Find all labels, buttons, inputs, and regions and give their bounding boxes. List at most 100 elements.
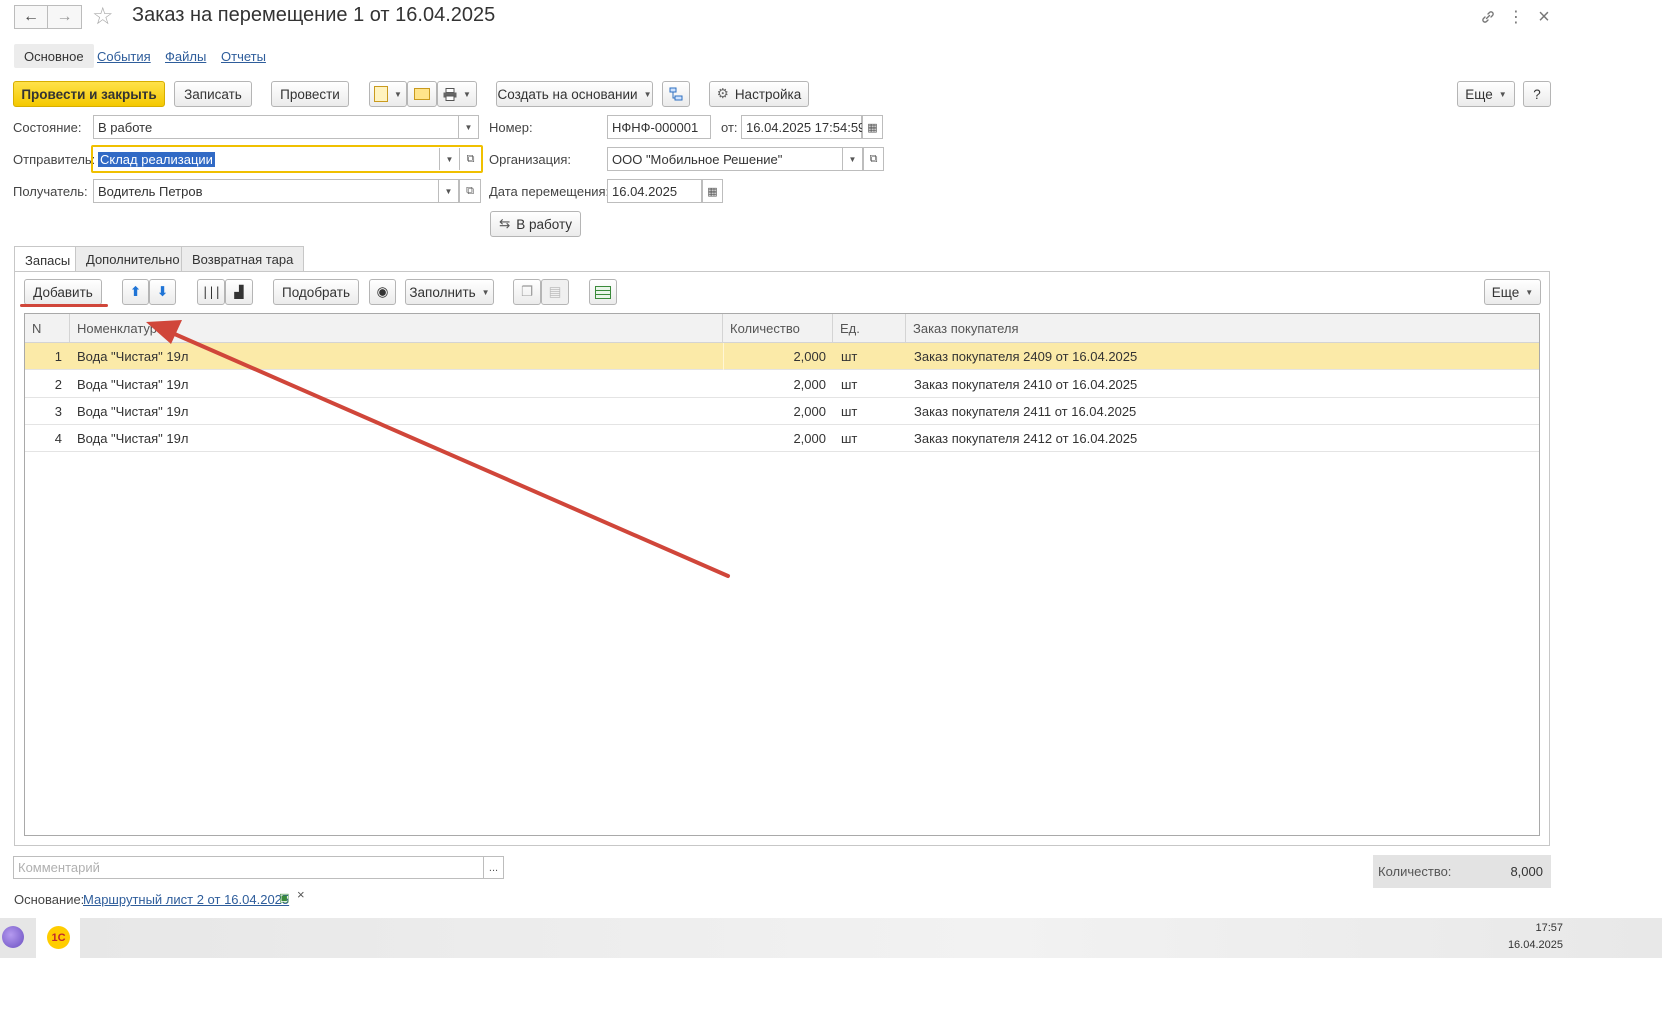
column-header-item[interactable]: Номенклатура xyxy=(70,314,723,343)
column-header-unit[interactable]: Ед. xyxy=(833,314,906,343)
fill-label: Заполнить xyxy=(409,284,476,300)
table-more-button[interactable]: Еще ▼ xyxy=(1484,279,1541,305)
sender-field[interactable]: Склад реализации xyxy=(94,148,439,170)
row-quantity: 2,000 xyxy=(793,431,826,446)
section-main[interactable]: Основное xyxy=(14,44,94,68)
structure-button[interactable] xyxy=(662,81,690,107)
state-label: Состояние: xyxy=(13,120,82,135)
add-row-button[interactable]: Добавить xyxy=(24,279,102,305)
attachments-menu-button[interactable]: ▼ xyxy=(369,81,407,107)
row-quantity: 2,000 xyxy=(793,349,826,364)
comment-expand-button[interactable]: ... xyxy=(483,856,504,879)
print-menu-button[interactable]: ▼ xyxy=(437,81,477,107)
taskbar-app-1c[interactable]: 1C xyxy=(36,918,80,958)
table-row[interactable]: 1 Вода "Чистая" 19л 2,000 шт Заказ покуп… xyxy=(25,343,1539,370)
table-row[interactable]: 3 Вода "Чистая" 19л 2,000 шт Заказ покуп… xyxy=(25,398,1539,425)
row-unit: шт xyxy=(841,404,858,419)
section-events[interactable]: События xyxy=(87,44,161,68)
post-button[interactable]: Провести xyxy=(271,81,349,107)
organization-dropdown-icon[interactable]: ▼ xyxy=(843,147,863,171)
receiver-field[interactable]: Водитель Петров xyxy=(93,179,439,203)
move-date-field[interactable]: 16.04.2025 xyxy=(607,179,702,203)
row-unit: шт xyxy=(841,431,858,446)
forward-button[interactable]: → xyxy=(48,5,82,29)
row-quantity: 2,000 xyxy=(793,377,826,392)
gear-icon: ⚙ xyxy=(716,86,729,101)
tab-returnable-containers[interactable]: Возвратная тара xyxy=(181,246,305,272)
row-item: Вода "Чистая" 19л xyxy=(77,349,189,364)
settings-button[interactable]: ⚙ Настройка xyxy=(709,81,809,107)
post-and-close-button[interactable]: Провести и закрыть xyxy=(13,81,165,107)
move-down-button[interactable]: ⬇ xyxy=(149,279,176,305)
email-button[interactable] xyxy=(407,81,437,107)
row-unit: шт xyxy=(841,377,858,392)
create-based-on-button[interactable]: Создать на основании ▼ xyxy=(496,81,653,107)
clock-date: 16.04.2025 xyxy=(1507,939,1563,951)
section-files[interactable]: Файлы xyxy=(155,44,216,68)
back-button[interactable]: ← xyxy=(14,5,48,29)
arrow-left-icon: ← xyxy=(23,8,39,25)
document-clip-icon xyxy=(374,86,389,102)
tab-stocks[interactable]: Запасы xyxy=(14,246,82,273)
organization-open-icon[interactable]: ⧉ xyxy=(863,147,884,171)
start-icon[interactable] xyxy=(2,926,24,948)
table-row[interactable]: 4 Вода "Чистая" 19л 2,000 шт Заказ покуп… xyxy=(25,425,1539,452)
number-label: Номер: xyxy=(489,120,533,135)
receiver-dropdown-icon[interactable]: ▼ xyxy=(439,179,459,203)
total-label: Количество: xyxy=(1378,864,1452,879)
organization-field[interactable]: ООО "Мобильное Решение" xyxy=(607,147,843,171)
envelope-icon xyxy=(414,88,430,100)
column-header-quantity[interactable]: Количество xyxy=(723,314,833,343)
tab-additional[interactable]: Дополнительно xyxy=(75,246,191,272)
receiver-open-icon[interactable]: ⧉ xyxy=(459,179,481,203)
preview-button[interactable]: ◉ xyxy=(369,279,396,305)
row-customer-order: Заказ покупателя 2412 от 16.04.2025 xyxy=(914,431,1138,446)
basis-link[interactable]: Маршрутный лист 2 от 16.04.2025 xyxy=(83,892,289,907)
basis-remove-icon[interactable]: × xyxy=(297,887,305,902)
link-icon[interactable] xyxy=(1477,6,1499,28)
paste-rows-button[interactable]: ▤ xyxy=(541,279,569,305)
hierarchy-icon xyxy=(669,87,683,101)
clock-time: 17:57 xyxy=(1535,922,1563,934)
close-icon[interactable]: × xyxy=(1533,6,1555,28)
comment-field[interactable]: Комментарий xyxy=(13,856,484,879)
number-field[interactable]: НФНФ-000001 xyxy=(607,115,711,139)
sender-dropdown-icon[interactable]: ▼ xyxy=(439,148,459,170)
stocks-table[interactable]: N Номенклатура Количество Ед. Заказ поку… xyxy=(24,313,1540,836)
column-header-n[interactable]: N xyxy=(25,314,70,343)
fill-button[interactable]: Заполнить ▼ xyxy=(405,279,494,305)
more-vertical-icon[interactable]: ⋮ xyxy=(1505,6,1527,28)
arrow-right-icon: → xyxy=(56,8,73,25)
favorite-star-icon[interactable]: ☆ xyxy=(92,2,114,31)
more-button[interactable]: Еще ▼ xyxy=(1457,81,1515,107)
settings-label: Настройка xyxy=(734,86,802,102)
move-date-label: Дата перемещения: xyxy=(489,184,610,199)
row-number: 2 xyxy=(54,377,62,392)
barcode-icon: ||| xyxy=(201,285,222,299)
table-row[interactable]: 2 Вода "Чистая" 19л 2,000 шт Заказ покуп… xyxy=(25,371,1539,398)
state-field[interactable]: В работе xyxy=(93,115,459,139)
row-unit: шт xyxy=(841,349,858,364)
scanner-button[interactable]: ▟ xyxy=(225,279,253,305)
pick-button[interactable]: Подобрать xyxy=(273,279,359,305)
move-date-calendar-icon[interactable]: ▦ xyxy=(702,179,723,203)
to-work-label: В работу xyxy=(516,216,573,232)
calendar-icon[interactable]: ▦ xyxy=(862,115,883,139)
section-reports[interactable]: Отчеты xyxy=(211,44,276,68)
help-button[interactable]: ? xyxy=(1523,81,1551,107)
sender-open-icon[interactable]: ⧉ xyxy=(459,148,481,170)
barcode-button[interactable]: ||| xyxy=(197,279,225,305)
total-box: Количество: 8,000 xyxy=(1373,855,1551,888)
printer-icon xyxy=(443,87,457,101)
save-button[interactable]: Записать xyxy=(174,81,252,107)
copy-rows-button[interactable]: ❐ xyxy=(513,279,541,305)
eye-icon: ◉ xyxy=(376,284,389,299)
row-number: 4 xyxy=(54,431,62,446)
organization-label: Организация: xyxy=(489,152,572,167)
column-header-customer-order[interactable]: Заказ покупателя xyxy=(906,314,1539,343)
state-dropdown-icon[interactable]: ▼ xyxy=(459,115,479,139)
table-settings-button[interactable] xyxy=(589,279,617,305)
move-up-button[interactable]: ⬆ xyxy=(122,279,149,305)
to-work-button[interactable]: ⇆ В работу xyxy=(490,211,581,237)
date-time-field[interactable]: 16.04.2025 17:54:59 xyxy=(741,115,865,139)
